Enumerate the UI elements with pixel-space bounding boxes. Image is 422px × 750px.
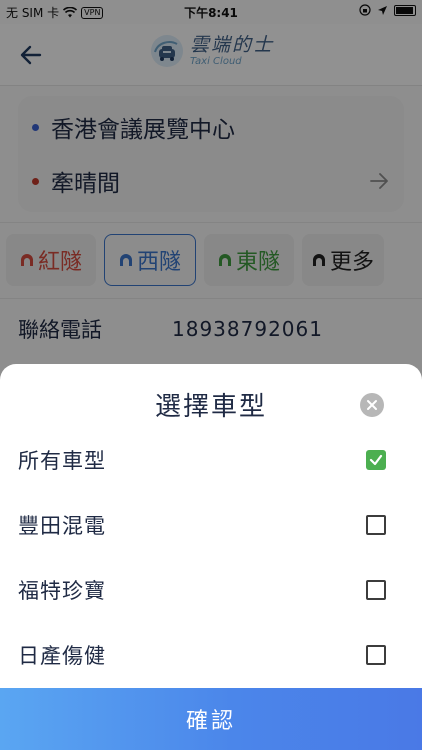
checkbox[interactable] [366, 580, 386, 600]
car-type-option-nissan-accessible[interactable]: 日產傷健 [0, 627, 422, 683]
option-label: 所有車型 [18, 449, 106, 473]
checkbox[interactable] [366, 515, 386, 535]
check-icon [369, 454, 383, 466]
car-type-option-all[interactable]: 所有車型 [0, 432, 422, 488]
close-icon [367, 400, 377, 410]
close-button[interactable] [360, 393, 384, 417]
car-type-option-ford-jumbo[interactable]: 福特珍寶 [0, 562, 422, 618]
car-type-option-toyota-hybrid[interactable]: 豐田混電 [0, 497, 422, 553]
option-label: 福特珍寶 [18, 579, 106, 603]
sheet-title: 選擇車型 [154, 392, 267, 422]
option-label: 豐田混電 [18, 514, 106, 538]
confirm-button[interactable]: 確認 [0, 688, 422, 750]
option-label: 日產傷健 [18, 644, 106, 668]
checkbox[interactable] [366, 645, 386, 665]
checkbox[interactable] [366, 450, 386, 470]
car-type-sheet: 選擇車型 所有車型 豐田混電 福特珍寶 日產傷健 確認 [0, 364, 422, 750]
